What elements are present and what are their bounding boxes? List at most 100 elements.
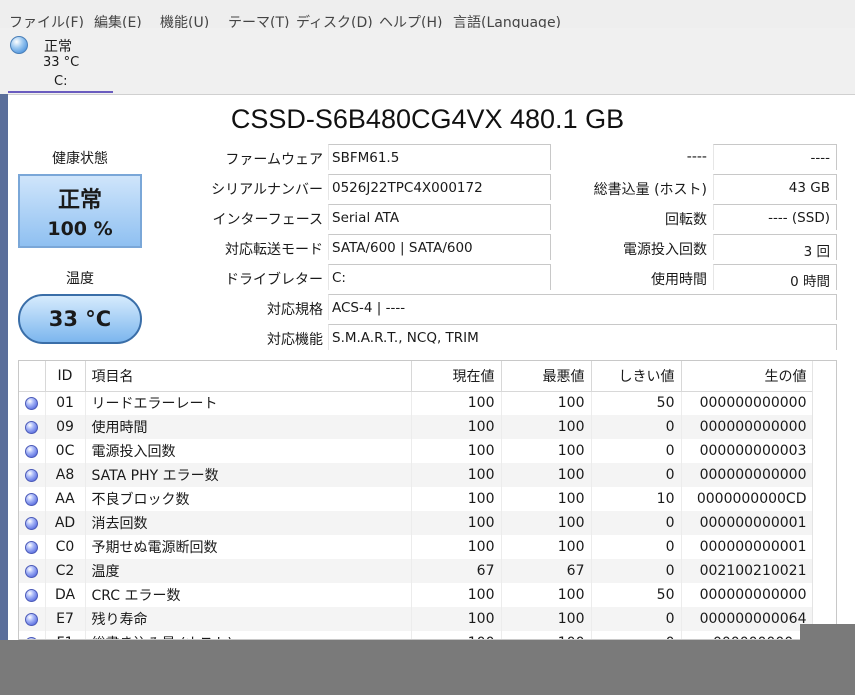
cell-threshold: 0 bbox=[591, 415, 682, 439]
drive-model-title: CSSD-S6B480CG4VX 480.1 GB bbox=[230, 104, 625, 134]
unknown-label: ---- bbox=[686, 149, 707, 165]
cell-name: 消去回数 bbox=[85, 511, 412, 535]
cell-id: F1 bbox=[45, 631, 86, 639]
health-label: 健康状態 bbox=[52, 151, 108, 167]
power-on-hours-label: 使用時間 bbox=[651, 272, 707, 288]
cell-threshold: 0 bbox=[591, 607, 682, 631]
cell-threshold: 0 bbox=[591, 511, 682, 535]
cell-current: 100 bbox=[411, 439, 502, 463]
cell-name: SATA PHY エラー数 bbox=[85, 463, 412, 487]
power-on-count-value: 3 回 bbox=[713, 234, 837, 260]
status-dot-icon bbox=[25, 564, 39, 578]
temperature-box[interactable]: 33 °C bbox=[18, 294, 142, 344]
table-row[interactable]: AA 不良ブロック数 100 100 10 0000000000CD bbox=[19, 487, 814, 511]
header-worst[interactable]: 最悪値 bbox=[501, 361, 592, 392]
header-name[interactable]: 項目名 bbox=[85, 361, 412, 392]
cell-name: リードエラーレート bbox=[85, 391, 412, 415]
table-row[interactable]: C2 温度 67 67 0 002100210021 bbox=[19, 559, 814, 583]
rotation-rate-label: 回転数 bbox=[665, 212, 707, 228]
cell-current: 100 bbox=[411, 607, 502, 631]
disk-tab-status: 正常 bbox=[44, 39, 72, 55]
table-row[interactable]: F1総書き込み量 (ホスト)1001000000000000... bbox=[19, 631, 814, 639]
row-status-cell bbox=[19, 439, 46, 463]
table-row[interactable]: C0 予期せぬ電源断回数 100 100 0 000000000001 bbox=[19, 535, 814, 559]
row-status-cell bbox=[19, 511, 46, 535]
status-dot-icon bbox=[25, 492, 39, 506]
cell-id: E7 bbox=[45, 607, 86, 631]
cell-raw: 000000000000 bbox=[681, 415, 814, 439]
cell-id: C2 bbox=[45, 559, 86, 583]
cell-worst: 100 bbox=[501, 391, 592, 415]
features-value: S.M.A.R.T., NCQ, TRIM bbox=[328, 324, 837, 350]
drive-letter-value: C: bbox=[328, 264, 551, 290]
cell-threshold: 0 bbox=[591, 631, 682, 639]
background-overlay-bottom bbox=[0, 640, 855, 695]
cell-name: 残り寿命 bbox=[85, 607, 412, 631]
cell-current: 100 bbox=[411, 463, 502, 487]
cell-current: 100 bbox=[411, 487, 502, 511]
power-on-count-label: 電源投入回数 bbox=[623, 242, 707, 258]
cell-raw: 000000000064 bbox=[681, 607, 814, 631]
rotation-rate-value: ---- (SSD) bbox=[713, 204, 837, 230]
row-status-cell bbox=[19, 559, 46, 583]
interface-value: Serial ATA bbox=[328, 204, 551, 230]
status-dot-icon bbox=[25, 588, 39, 602]
status-dot-icon bbox=[25, 396, 39, 410]
cell-raw: 000000000000 bbox=[681, 583, 814, 607]
header-raw[interactable]: 生の値 bbox=[681, 361, 814, 392]
cell-threshold: 50 bbox=[591, 391, 682, 415]
table-scrollbar[interactable] bbox=[812, 361, 836, 639]
status-dot-icon bbox=[25, 516, 39, 530]
health-status-box[interactable]: 正常 100 % bbox=[18, 174, 142, 248]
cell-raw: 000000000000 bbox=[681, 463, 814, 487]
header-threshold[interactable]: しきい値 bbox=[591, 361, 682, 392]
row-status-cell bbox=[19, 631, 46, 639]
cell-worst: 100 bbox=[501, 463, 592, 487]
table-row[interactable]: 01 リードエラーレート 100 100 50 000000000000 bbox=[19, 391, 814, 415]
cell-current: 100 bbox=[411, 415, 502, 439]
firmware-value: SBFM61.5 bbox=[328, 144, 551, 170]
table-row[interactable]: DA CRC エラー数 100 100 50 000000000000 bbox=[19, 583, 814, 607]
table-row[interactable]: 0C 電源投入回数 100 100 0 000000000003 bbox=[19, 439, 814, 463]
power-on-hours-value: 0 時間 bbox=[713, 264, 837, 290]
background-overlay bbox=[800, 624, 855, 640]
cell-current: 100 bbox=[411, 391, 502, 415]
table-row[interactable]: A8 SATA PHY エラー数 100 100 0 000000000000 bbox=[19, 463, 814, 487]
cell-threshold: 0 bbox=[591, 559, 682, 583]
table-row[interactable]: AD 消去回数 100 100 0 000000000001 bbox=[19, 511, 814, 535]
cell-threshold: 10 bbox=[591, 487, 682, 511]
cell-name: 使用時間 bbox=[85, 415, 412, 439]
cell-id: DA bbox=[45, 583, 86, 607]
cell-id: 01 bbox=[45, 391, 86, 415]
temperature-label: 温度 bbox=[66, 271, 94, 287]
cell-worst: 100 bbox=[501, 439, 592, 463]
firmware-label: ファームウェア bbox=[225, 152, 323, 168]
cell-threshold: 0 bbox=[591, 439, 682, 463]
cell-current: 100 bbox=[411, 583, 502, 607]
drive-letter-label: ドライブレター bbox=[225, 272, 323, 288]
cell-worst: 67 bbox=[501, 559, 592, 583]
row-status-cell bbox=[19, 391, 46, 415]
cell-name: 不良ブロック数 bbox=[85, 487, 412, 511]
unknown-value: ---- bbox=[713, 144, 837, 170]
status-dot-icon bbox=[25, 420, 39, 434]
cell-current: 100 bbox=[411, 511, 502, 535]
smart-attribute-table[interactable]: ID 項目名 現在値 最悪値 しきい値 生の値 01 リードエラーレート 100 10… bbox=[18, 360, 837, 640]
table-row[interactable]: 09 使用時間 100 100 0 000000000000 bbox=[19, 415, 814, 439]
interface-label: インターフェース bbox=[212, 212, 323, 228]
selected-tab-indicator bbox=[8, 91, 113, 93]
status-dot-icon bbox=[25, 468, 39, 482]
cell-raw: 000000000000 bbox=[681, 391, 814, 415]
header-status bbox=[19, 361, 46, 392]
cell-name: CRC エラー数 bbox=[85, 583, 412, 607]
table-row[interactable]: E7 残り寿命 100 100 0 000000000064 bbox=[19, 607, 814, 631]
cell-threshold: 0 bbox=[591, 535, 682, 559]
row-status-cell bbox=[19, 535, 46, 559]
header-current[interactable]: 現在値 bbox=[411, 361, 502, 392]
status-dot-icon bbox=[25, 612, 39, 626]
disk-selector-bar: 正常 33 °C C: bbox=[0, 28, 855, 94]
disk-tab-c[interactable]: 正常 33 °C C: bbox=[8, 28, 113, 94]
cell-threshold: 50 bbox=[591, 583, 682, 607]
row-status-cell bbox=[19, 415, 46, 439]
header-id[interactable]: ID bbox=[45, 361, 86, 392]
